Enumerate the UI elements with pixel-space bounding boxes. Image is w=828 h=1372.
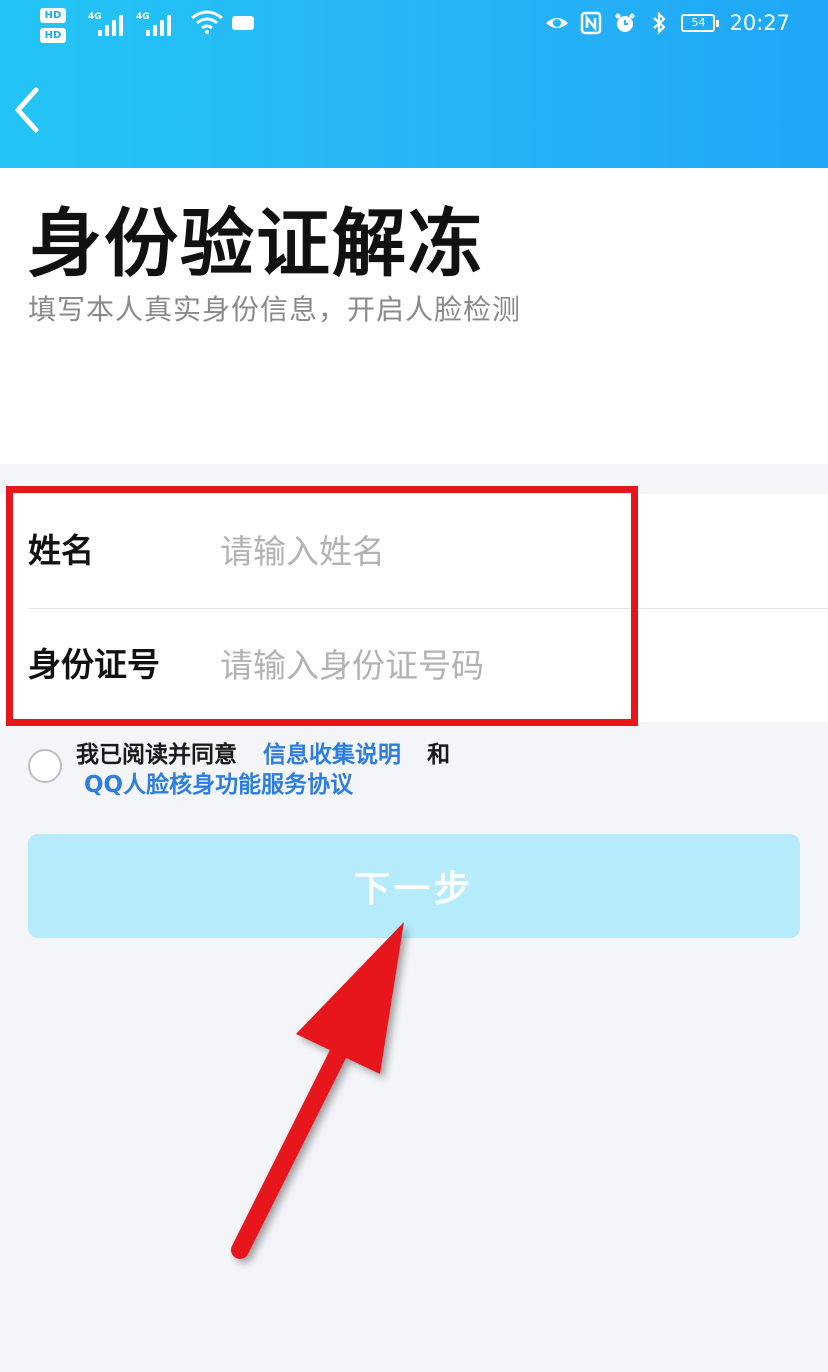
agreement-row: 我已阅读并同意 信息收集说明 和 QQ人脸核身功能服务协议 — [0, 735, 828, 798]
eye-icon — [546, 18, 569, 28]
agreement-and: 和 — [427, 742, 451, 768]
hd-badge: HD — [40, 8, 66, 23]
status-bar-right: 54 20:27 — [545, 8, 790, 38]
page-title: 身份验证解冻 — [28, 201, 484, 287]
status-time: 20:27 — [729, 11, 790, 35]
nfc-icon — [581, 11, 602, 35]
agree-radio[interactable] — [28, 749, 62, 783]
app-header: HD HD 4G 4G 54 20:27 — [0, 0, 828, 168]
wifi-icon — [191, 10, 223, 34]
face-verification-agreement-link[interactable]: QQ人脸核身功能服务协议 — [84, 772, 353, 798]
highlight-annotation-box — [6, 486, 638, 726]
data-chip-icon — [232, 16, 254, 30]
page-subtitle: 填写本人真实身份信息，开启人脸检测 — [28, 293, 522, 326]
alarm-icon — [615, 13, 635, 32]
battery-icon: 54 — [681, 14, 720, 32]
hd-badge: HD — [40, 28, 66, 43]
bluetooth-icon — [653, 11, 667, 35]
chevron-left-icon[interactable] — [10, 86, 50, 134]
next-step-button[interactable]: 下一步 — [28, 834, 800, 938]
